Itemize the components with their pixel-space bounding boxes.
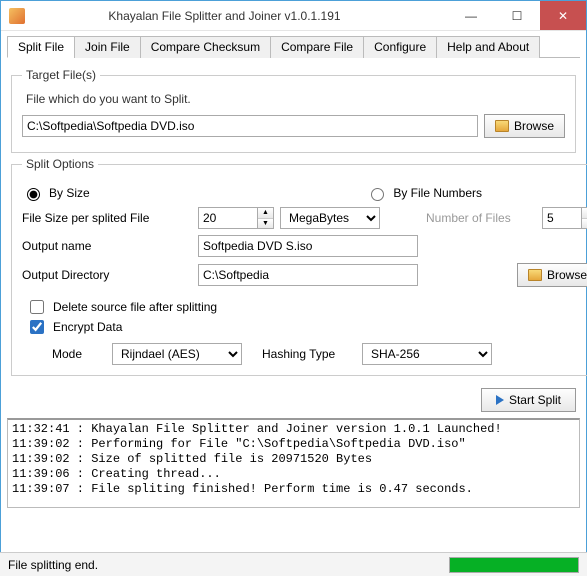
file-size-spinner[interactable]: ▲▼ xyxy=(258,207,274,229)
encrypt-checkbox[interactable] xyxy=(30,320,44,334)
target-hint: File which do you want to Split. xyxy=(26,92,565,106)
delete-source-label: Delete source file after splitting xyxy=(53,300,217,314)
close-button[interactable]: ✕ xyxy=(540,1,586,30)
minimize-button[interactable]: — xyxy=(448,1,494,30)
by-size-radio[interactable] xyxy=(27,188,40,201)
start-split-button[interactable]: Start Split xyxy=(481,388,576,412)
tab-compare-checksum[interactable]: Compare Checksum xyxy=(140,36,271,58)
log-output[interactable]: 11:32:41 : Khayalan File Splitter and Jo… xyxy=(7,418,580,508)
options-group: Split Options By Size By File Numbers Fi… xyxy=(11,157,587,376)
tabstrip: Split File Join File Compare Checksum Co… xyxy=(7,35,580,58)
status-text: File splitting end. xyxy=(8,558,449,572)
page-split-file: Target File(s) File which do you want to… xyxy=(1,58,586,384)
number-of-files-spinner[interactable]: ▲▼ xyxy=(582,207,587,229)
browse-label: Browse xyxy=(514,119,554,133)
start-label: Start Split xyxy=(509,393,561,407)
window-controls: — ☐ ✕ xyxy=(448,1,586,30)
tab-join-file[interactable]: Join File xyxy=(74,36,141,58)
mode-label: Mode xyxy=(52,347,102,361)
number-of-files-label: Number of Files xyxy=(426,211,536,225)
unit-select[interactable]: MegaBytes xyxy=(280,207,380,229)
by-size-label: By Size xyxy=(49,186,90,200)
mode-select[interactable]: Rijndael (AES) xyxy=(112,343,242,365)
tab-configure[interactable]: Configure xyxy=(363,36,437,58)
target-browse-button[interactable]: Browse xyxy=(484,114,565,138)
encrypt-label: Encrypt Data xyxy=(53,320,122,334)
delete-source-checkbox[interactable] xyxy=(30,300,44,314)
window-title: Khayalan File Splitter and Joiner v1.0.1… xyxy=(1,9,448,23)
maximize-button[interactable]: ☐ xyxy=(494,1,540,30)
play-icon xyxy=(496,395,504,405)
target-path-input[interactable] xyxy=(22,115,478,137)
output-dir-label: Output Directory xyxy=(22,268,192,282)
hash-label: Hashing Type xyxy=(262,347,352,361)
target-legend: Target File(s) xyxy=(22,68,100,82)
output-name-input[interactable] xyxy=(198,235,418,257)
tab-help-about[interactable]: Help and About xyxy=(436,36,540,58)
file-size-input[interactable] xyxy=(198,207,258,229)
options-legend: Split Options xyxy=(22,157,98,171)
folder-icon xyxy=(528,269,542,281)
target-group: Target File(s) File which do you want to… xyxy=(11,68,576,153)
tab-split-file[interactable]: Split File xyxy=(7,36,75,58)
titlebar: Khayalan File Splitter and Joiner v1.0.1… xyxy=(1,1,586,31)
output-dir-input[interactable] xyxy=(198,264,418,286)
statusbar: File splitting end. xyxy=(0,552,587,576)
by-file-numbers-radio[interactable] xyxy=(371,188,384,201)
progress-bar xyxy=(449,557,579,573)
file-size-label: File Size per splited File xyxy=(22,211,192,225)
by-file-numbers-label: By File Numbers xyxy=(393,186,482,200)
output-name-label: Output name xyxy=(22,239,192,253)
browse-label: Browse xyxy=(547,268,587,282)
output-dir-browse-button[interactable]: Browse xyxy=(517,263,587,287)
folder-icon xyxy=(495,120,509,132)
hash-select[interactable]: SHA-256 xyxy=(362,343,492,365)
tab-compare-file[interactable]: Compare File xyxy=(270,36,364,58)
number-of-files-input[interactable] xyxy=(542,207,582,229)
